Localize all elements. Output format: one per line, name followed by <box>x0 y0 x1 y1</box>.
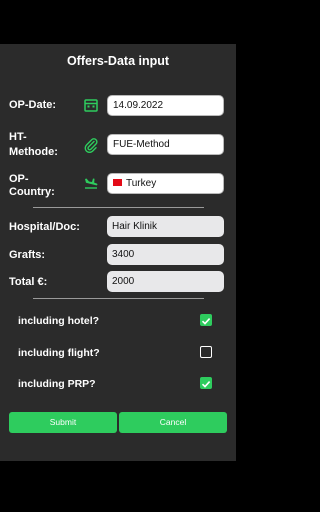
total-field[interactable]: 2000 <box>107 271 224 292</box>
option-flight-checkbox[interactable] <box>200 346 212 358</box>
op-country-label: OP- Country: <box>9 173 55 199</box>
option-prp-label: including PRP? <box>18 378 96 390</box>
total-label: Total €: <box>9 276 48 288</box>
divider <box>33 298 204 299</box>
grafts-field[interactable]: 3400 <box>107 244 224 265</box>
grafts-label: Grafts: <box>9 249 46 261</box>
submit-button[interactable]: Submit <box>9 412 117 433</box>
check-icon <box>201 381 211 388</box>
option-flight-label: including flight? <box>18 347 100 359</box>
hospital-field[interactable]: Hair Klinik <box>107 216 224 237</box>
calendar-icon[interactable] <box>83 97 99 113</box>
plane-landing-icon[interactable] <box>83 175 99 191</box>
op-country-label-line1: OP- <box>9 173 29 185</box>
check-icon <box>201 318 211 325</box>
op-date-field[interactable]: 14.09.2022 <box>107 95 224 116</box>
divider <box>33 207 204 208</box>
ht-method-label: HT- Methode: <box>9 131 58 159</box>
op-country-label-line2: Country: <box>9 186 55 198</box>
option-prp-checkbox[interactable] <box>200 377 212 389</box>
option-hotel-label: including hotel? <box>18 315 100 327</box>
op-country-value: Turkey <box>126 178 157 189</box>
page-title: Offers-Data input <box>66 54 170 68</box>
cancel-button[interactable]: Cancel <box>119 412 227 433</box>
ht-method-label-line2: Methode: <box>9 146 58 158</box>
op-country-field[interactable]: Turkey <box>107 173 224 194</box>
hospital-label: Hospital/Doc: <box>9 221 80 233</box>
paperclip-icon[interactable] <box>83 137 99 153</box>
op-date-label: OP-Date: <box>9 99 57 111</box>
option-hotel-checkbox[interactable] <box>200 314 212 326</box>
turkey-flag-icon <box>113 178 122 186</box>
ht-method-field[interactable]: FUE-Method <box>107 134 224 155</box>
ht-method-label-line1: HT- <box>9 131 27 143</box>
